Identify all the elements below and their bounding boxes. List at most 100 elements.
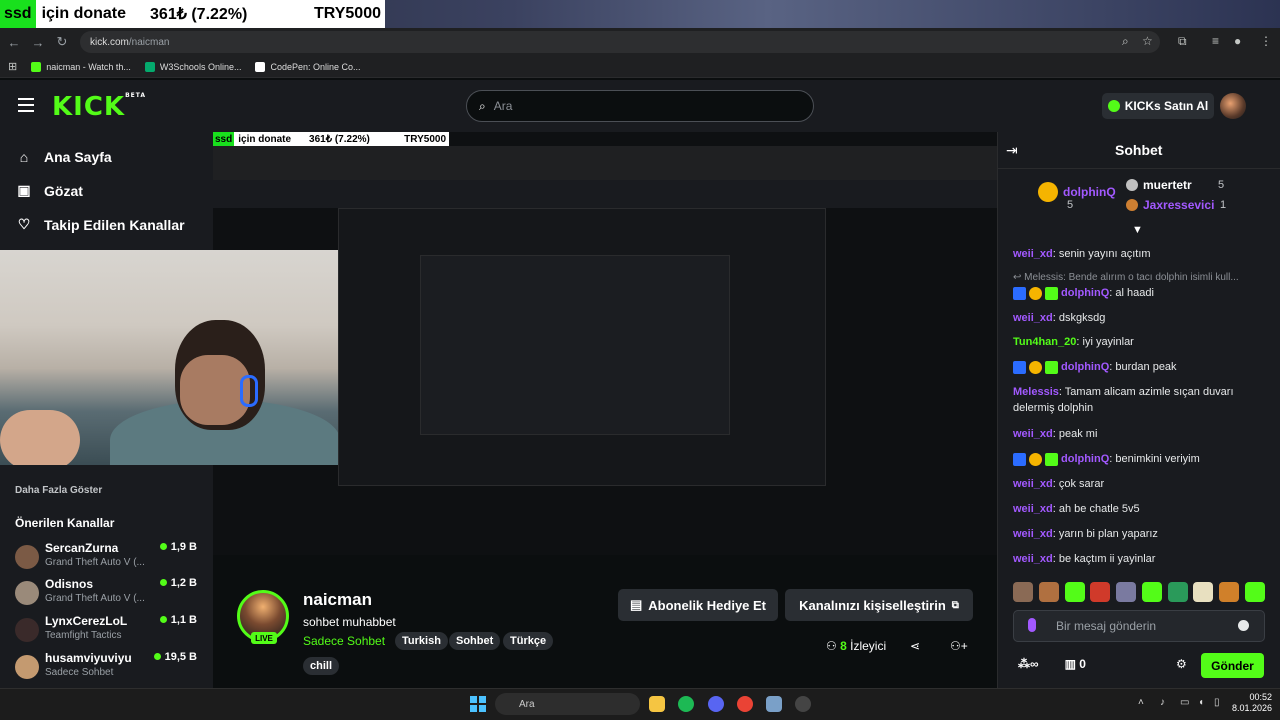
tray-battery-icon[interactable]: ▯ [1214, 697, 1220, 708]
spotify-icon[interactable] [678, 696, 694, 712]
user-avatar[interactable] [1220, 93, 1246, 119]
tray-chevron-icon[interactable]: ˄ [1138, 697, 1144, 708]
top-gifter[interactable]: muertetr [1126, 178, 1192, 192]
viewer-count: 1,9 B [159, 541, 197, 553]
channel-name: LynxCerezLoL [45, 614, 128, 628]
home-icon: ⌂ [19, 149, 29, 165]
gift-sub-button[interactable]: ▤ Abonelik Hediye Et [618, 589, 778, 621]
tray-volume-icon[interactable]: ◖ [1198, 697, 1204, 708]
divider [997, 168, 1280, 169]
webcam-overlay [0, 250, 338, 465]
kick-logo[interactable]: KICKBETA [52, 92, 146, 122]
stream-category[interactable]: Sadece Sohbet [303, 634, 385, 648]
channel-name: SercanZurna [45, 541, 119, 555]
obs-icon[interactable] [795, 696, 811, 712]
channel-name: husamviyuviyu [45, 651, 132, 665]
headphones-icon [240, 375, 258, 407]
hamburger-menu-icon[interactable] [18, 98, 34, 112]
gift-count: 5 [1067, 199, 1074, 211]
bookmark-1[interactable]: W3Schools Online... [144, 61, 241, 72]
tag-chill[interactable]: chill [303, 657, 340, 675]
discord-icon[interactable] [708, 696, 724, 712]
video-nested-capture-inner [420, 255, 730, 435]
gear-icon[interactable]: ⚙ [1176, 657, 1187, 671]
zoom-icon[interactable]: ⌕ [1122, 34, 1129, 49]
gift-count: 5 [1218, 179, 1225, 191]
media-icon[interactable]: ≡ [1212, 34, 1219, 48]
tag-turkce[interactable]: Türkçe [503, 632, 554, 650]
show-more-link[interactable]: Daha Fazla Göster [15, 485, 102, 496]
chrome-icon[interactable] [737, 696, 753, 712]
recommended-channel[interactable]: LynxCerezLoL Teamfight Tactics 1,1 B [15, 614, 205, 648]
channel-category: Sadece Sohbet [45, 667, 114, 678]
recommended-channel[interactable]: SercanZurna Grand Theft Auto V (... 1,9 … [15, 541, 205, 575]
profile-icon[interactable]: ● [1234, 34, 1241, 48]
chat-message: dolphinQ: burdan peak [1013, 359, 1263, 375]
search-input[interactable]: ⌕ Ara [466, 90, 814, 122]
bookmark-star-icon[interactable]: ☆ [1142, 34, 1153, 48]
emoji-icon[interactable] [1238, 620, 1249, 631]
taskbar-search[interactable]: Ara [495, 693, 640, 715]
send-button[interactable]: Gönder [1201, 653, 1264, 678]
app-icon[interactable] [766, 696, 782, 712]
collapse-chat-icon[interactable]: ⇥ [1006, 142, 1018, 159]
top-gifter[interactable]: dolphinQ [1038, 182, 1116, 202]
windows-start-icon[interactable] [470, 696, 486, 712]
chat-message: weii_xd: dskgksdg [1013, 312, 1106, 324]
gifter-badge-icon [1029, 286, 1042, 300]
emote-icon[interactable] [1038, 582, 1059, 602]
avatar [15, 618, 39, 642]
reload-icon[interactable]: ↻ [50, 34, 74, 50]
live-dot-icon [159, 616, 167, 623]
tray-mic-icon[interactable]: ♪ [1160, 697, 1165, 708]
recommended-channel[interactable]: Odisnos Grand Theft Auto V (... 1,2 B [15, 577, 205, 611]
mic-icon[interactable] [1028, 618, 1036, 632]
gift-count: 1 [1220, 199, 1227, 211]
emote-icon[interactable] [1244, 582, 1265, 602]
bookmark-0[interactable]: naicman - Watch th... [31, 61, 131, 72]
donate-amount: 361₺ (7.22%) [150, 6, 248, 23]
share-icon[interactable]: ⋖ [910, 639, 920, 653]
viewer-count: 19,5 B [153, 651, 197, 663]
forward-icon[interactable]: → [26, 35, 50, 50]
tag-turkish[interactable]: Turkish [395, 632, 448, 650]
tag-sohbet[interactable]: Sohbet [449, 632, 501, 650]
apps-grid-icon[interactable]: ⊞ [8, 60, 17, 73]
chevron-down-icon[interactable]: ▼ [1132, 224, 1143, 236]
channel-name[interactable]: naicman [303, 590, 372, 610]
avatar [15, 655, 39, 679]
live-dot-icon [153, 653, 161, 660]
address-bar[interactable]: kick.com/naicman [80, 31, 1160, 53]
back-icon[interactable]: ← [2, 35, 26, 50]
follow-icon[interactable]: ⚇+ [950, 639, 968, 653]
menu-icon[interactable]: ⋮ [1260, 34, 1272, 48]
channel-category: Grand Theft Auto V (... [45, 557, 145, 568]
nav-following[interactable]: ♡ Takip Edilen Kanallar [16, 216, 185, 233]
emote-icon[interactable] [1116, 582, 1137, 602]
buy-kicks-button[interactable]: KICKs Satın Al [1102, 93, 1214, 119]
emote-icon[interactable] [1064, 582, 1085, 602]
nav-home[interactable]: ⌂ Ana Sayfa [16, 149, 112, 165]
chat-input[interactable]: Bir mesaj gönderin [1013, 610, 1265, 642]
emote-icon[interactable] [1167, 582, 1188, 602]
kicks-coin-icon [1107, 100, 1120, 112]
chat-points[interactable]: ⁂∞ ▥ 0 [1018, 657, 1086, 671]
recommended-channel[interactable]: husamviyuviyu Sadece Sohbet 19,5 B [15, 651, 205, 685]
emote-icon[interactable] [1193, 582, 1214, 602]
folder-icon[interactable] [649, 696, 665, 712]
taskbar-clock[interactable]: 00:52 8.01.2026 [1232, 692, 1272, 714]
nav-browse[interactable]: ▣ Gözat [16, 182, 83, 199]
top-gifter[interactable]: Jaxressevici [1126, 198, 1214, 212]
users-icon: ⁂∞ [1018, 657, 1039, 671]
emote-icon[interactable] [1090, 582, 1111, 602]
tray-network-icon[interactable]: ▭ [1180, 697, 1189, 708]
gold-medal-icon [1038, 182, 1058, 202]
emote-icon[interactable] [1141, 582, 1162, 602]
extensions-icon[interactable]: ⧉ [1178, 34, 1187, 49]
emote-icon[interactable] [1219, 582, 1240, 602]
emote-icon[interactable] [1013, 582, 1033, 602]
bookmark-2[interactable]: CodePen: Online Co... [255, 61, 361, 72]
channel-category: Teamfight Tactics [45, 630, 122, 641]
viewer-count: ⚇ 8 İzleyici [826, 639, 887, 653]
customize-channel-button[interactable]: Kanalınızı kişiselleştirin ⧉ [785, 589, 973, 621]
